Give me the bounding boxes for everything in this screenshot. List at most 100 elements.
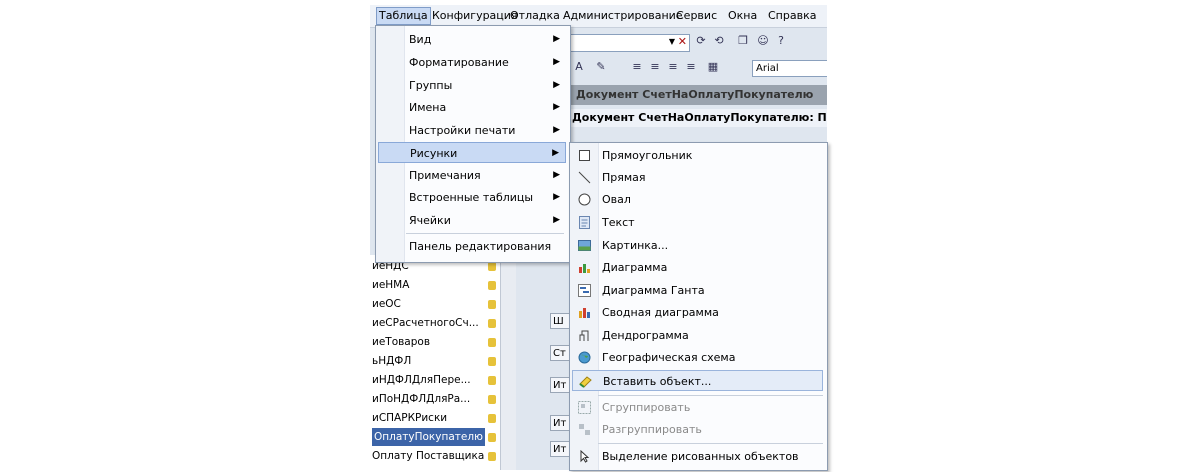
menu-item-cells[interactable]: Ячейки ▶ [378,210,566,231]
find-prev-icon[interactable]: ⟲ [712,34,726,48]
menu-item-chart[interactable]: Диаграмма [572,257,823,278]
submenu-arrow-icon: ▶ [553,170,560,180]
toolbar-format: A ✎ ≡ ≡ ≡ ≡ ▦ Arial [570,57,827,79]
menu-item-insert-object[interactable]: Вставить объект... [572,370,823,391]
gantt-chart-icon [578,284,591,297]
pivot-chart-icon [579,308,590,318]
lock-icon [488,452,496,461]
text-icon [579,216,590,229]
form-element-tab[interactable]: Ит [550,377,570,393]
group-icon [578,401,591,414]
form-element-tab[interactable]: Ш [550,313,570,329]
tree-row-label: иеСРасчетногоСч... [372,317,479,329]
tree-row-label: иСПАРКРиски [372,412,448,424]
merge-icon[interactable]: ▦ [706,60,720,74]
tree-row[interactable]: иеОС [370,295,500,313]
tree-row[interactable]: иеНМА [370,276,500,294]
lock-icon [488,262,496,271]
tree-row[interactable]: иеТоваров [370,333,500,351]
menu-item-names[interactable]: Имена ▶ [378,97,566,118]
tree-row-label: иеНМА [372,279,410,291]
menu-configuration[interactable]: Конфигурация [430,8,520,24]
picture-icon [578,240,591,251]
menu-item-line[interactable]: Прямая [572,167,823,188]
text-color-icon[interactable]: A [572,60,586,74]
menu-service[interactable]: Сервис [674,8,719,24]
tree-row[interactable]: иПоНДФЛДляРа... [370,390,500,408]
menu-item-picture[interactable]: Картинка... [572,235,823,256]
form-element-tab[interactable]: Ит [550,415,570,431]
lock-icon [488,281,496,290]
tree-row-label: иеОС [372,298,401,310]
tree-row-label: иНДФЛДляПере... [372,374,471,386]
submenu-arrow-icon: ▶ [553,102,560,112]
tree-row-label: иПоНДФЛДляРа... [372,393,471,405]
menu-separator [598,443,823,444]
submenu-arrow-icon: ▶ [552,148,559,158]
menu-item-text[interactable]: Текст [572,212,823,233]
menu-item-ungroup[interactable]: Разгруппировать [572,419,823,440]
tree-row-label: ОплатуПокупателю [372,428,485,446]
menu-item-select-drawn-objects[interactable]: Выделение рисованных объектов [572,446,823,467]
help-icon[interactable]: ? [774,34,788,48]
menu-item-formatting[interactable]: Форматирование ▶ [378,52,566,73]
menu-windows[interactable]: Окна [726,8,759,24]
menu-item-gantt-chart[interactable]: Диаграмма Ганта [572,280,823,301]
menu-debug[interactable]: Отладка [508,8,562,24]
ungroup-icon [579,424,590,435]
lock-icon [488,414,496,423]
font-name-field[interactable]: Arial [752,60,827,77]
tree-row-label: ьНДФЛ [372,355,412,367]
menu-item-pictures[interactable]: Рисунки ▶ [378,142,566,163]
menu-item-pivot-chart[interactable]: Сводная диаграмма [572,302,823,323]
menu-item-print-settings[interactable]: Настройки печати ▶ [378,120,566,141]
tree-row[interactable]: иеСРасчетногоСч... [370,314,500,332]
submenu-arrow-icon: ▶ [553,125,560,135]
search-combo[interactable]: ▼ ✕ [570,34,690,52]
menu-administration[interactable]: Администрирование [561,8,685,24]
lock-icon [488,300,496,309]
menu-item-view[interactable]: Вид ▶ [378,29,566,50]
menu-item-group[interactable]: Сгруппировать [572,397,823,418]
tree-row[interactable]: Оплату Поставщика [370,447,500,465]
tree-row[interactable]: ьНДФЛ [370,352,500,370]
copy-icon[interactable]: ❐ [736,34,750,48]
menu-item-rectangle[interactable]: Прямоугольник [572,145,823,166]
lock-icon [488,395,496,404]
user-icon[interactable]: ☺ [756,34,770,48]
insert-object-icon [579,376,592,388]
menu-separator [598,395,823,396]
chart-icon [579,264,590,273]
align-center-icon[interactable]: ≡ [648,60,662,74]
menu-item-dendrogram[interactable]: Дендрограмма [572,325,823,346]
menu-item-geo-schema[interactable]: Географическая схема [572,347,823,368]
menu-item-embedded-tables[interactable]: Встроенные таблицы ▶ [378,187,566,208]
pictures-submenu: Прямоугольник Прямая Овал Текст Картинка… [569,142,828,471]
menu-item-oval[interactable]: Овал [572,189,823,210]
submenu-arrow-icon: ▶ [553,34,560,44]
highlight-color-icon[interactable]: ✎ [594,60,608,74]
lock-icon [488,319,496,328]
clear-icon[interactable]: ✕ [678,35,687,48]
document-title: Документ СчетНаОплатуПокупателю [570,85,827,105]
menu-item-groups[interactable]: Группы ▶ [378,75,566,96]
dropdown-arrow-icon[interactable]: ▼ [669,37,675,46]
align-right-icon[interactable]: ≡ [666,60,680,74]
oval-icon [578,193,591,206]
submenu-arrow-icon: ▶ [553,80,560,90]
align-left-icon[interactable]: ≡ [630,60,644,74]
submenu-arrow-icon: ▶ [553,57,560,67]
find-next-icon[interactable]: ⟳ [694,34,708,48]
tree-row[interactable]: иСПАРКРиски [370,409,500,427]
form-element-tab[interactable]: Ит [550,441,570,457]
tree-row-selected[interactable]: ОплатуПокупателю [370,428,500,446]
tree-row[interactable]: иНДФЛДляПере... [370,371,500,389]
menu-help[interactable]: Справка [766,8,818,24]
menu-item-notes[interactable]: Примечания ▶ [378,165,566,186]
submenu-arrow-icon: ▶ [553,192,560,202]
form-element-tab[interactable]: Ст [550,345,570,361]
lock-icon [488,338,496,347]
justify-icon[interactable]: ≡ [684,60,698,74]
menu-table[interactable]: Таблица [376,7,431,25]
menu-item-edit-panel[interactable]: Панель редактирования [378,236,566,257]
